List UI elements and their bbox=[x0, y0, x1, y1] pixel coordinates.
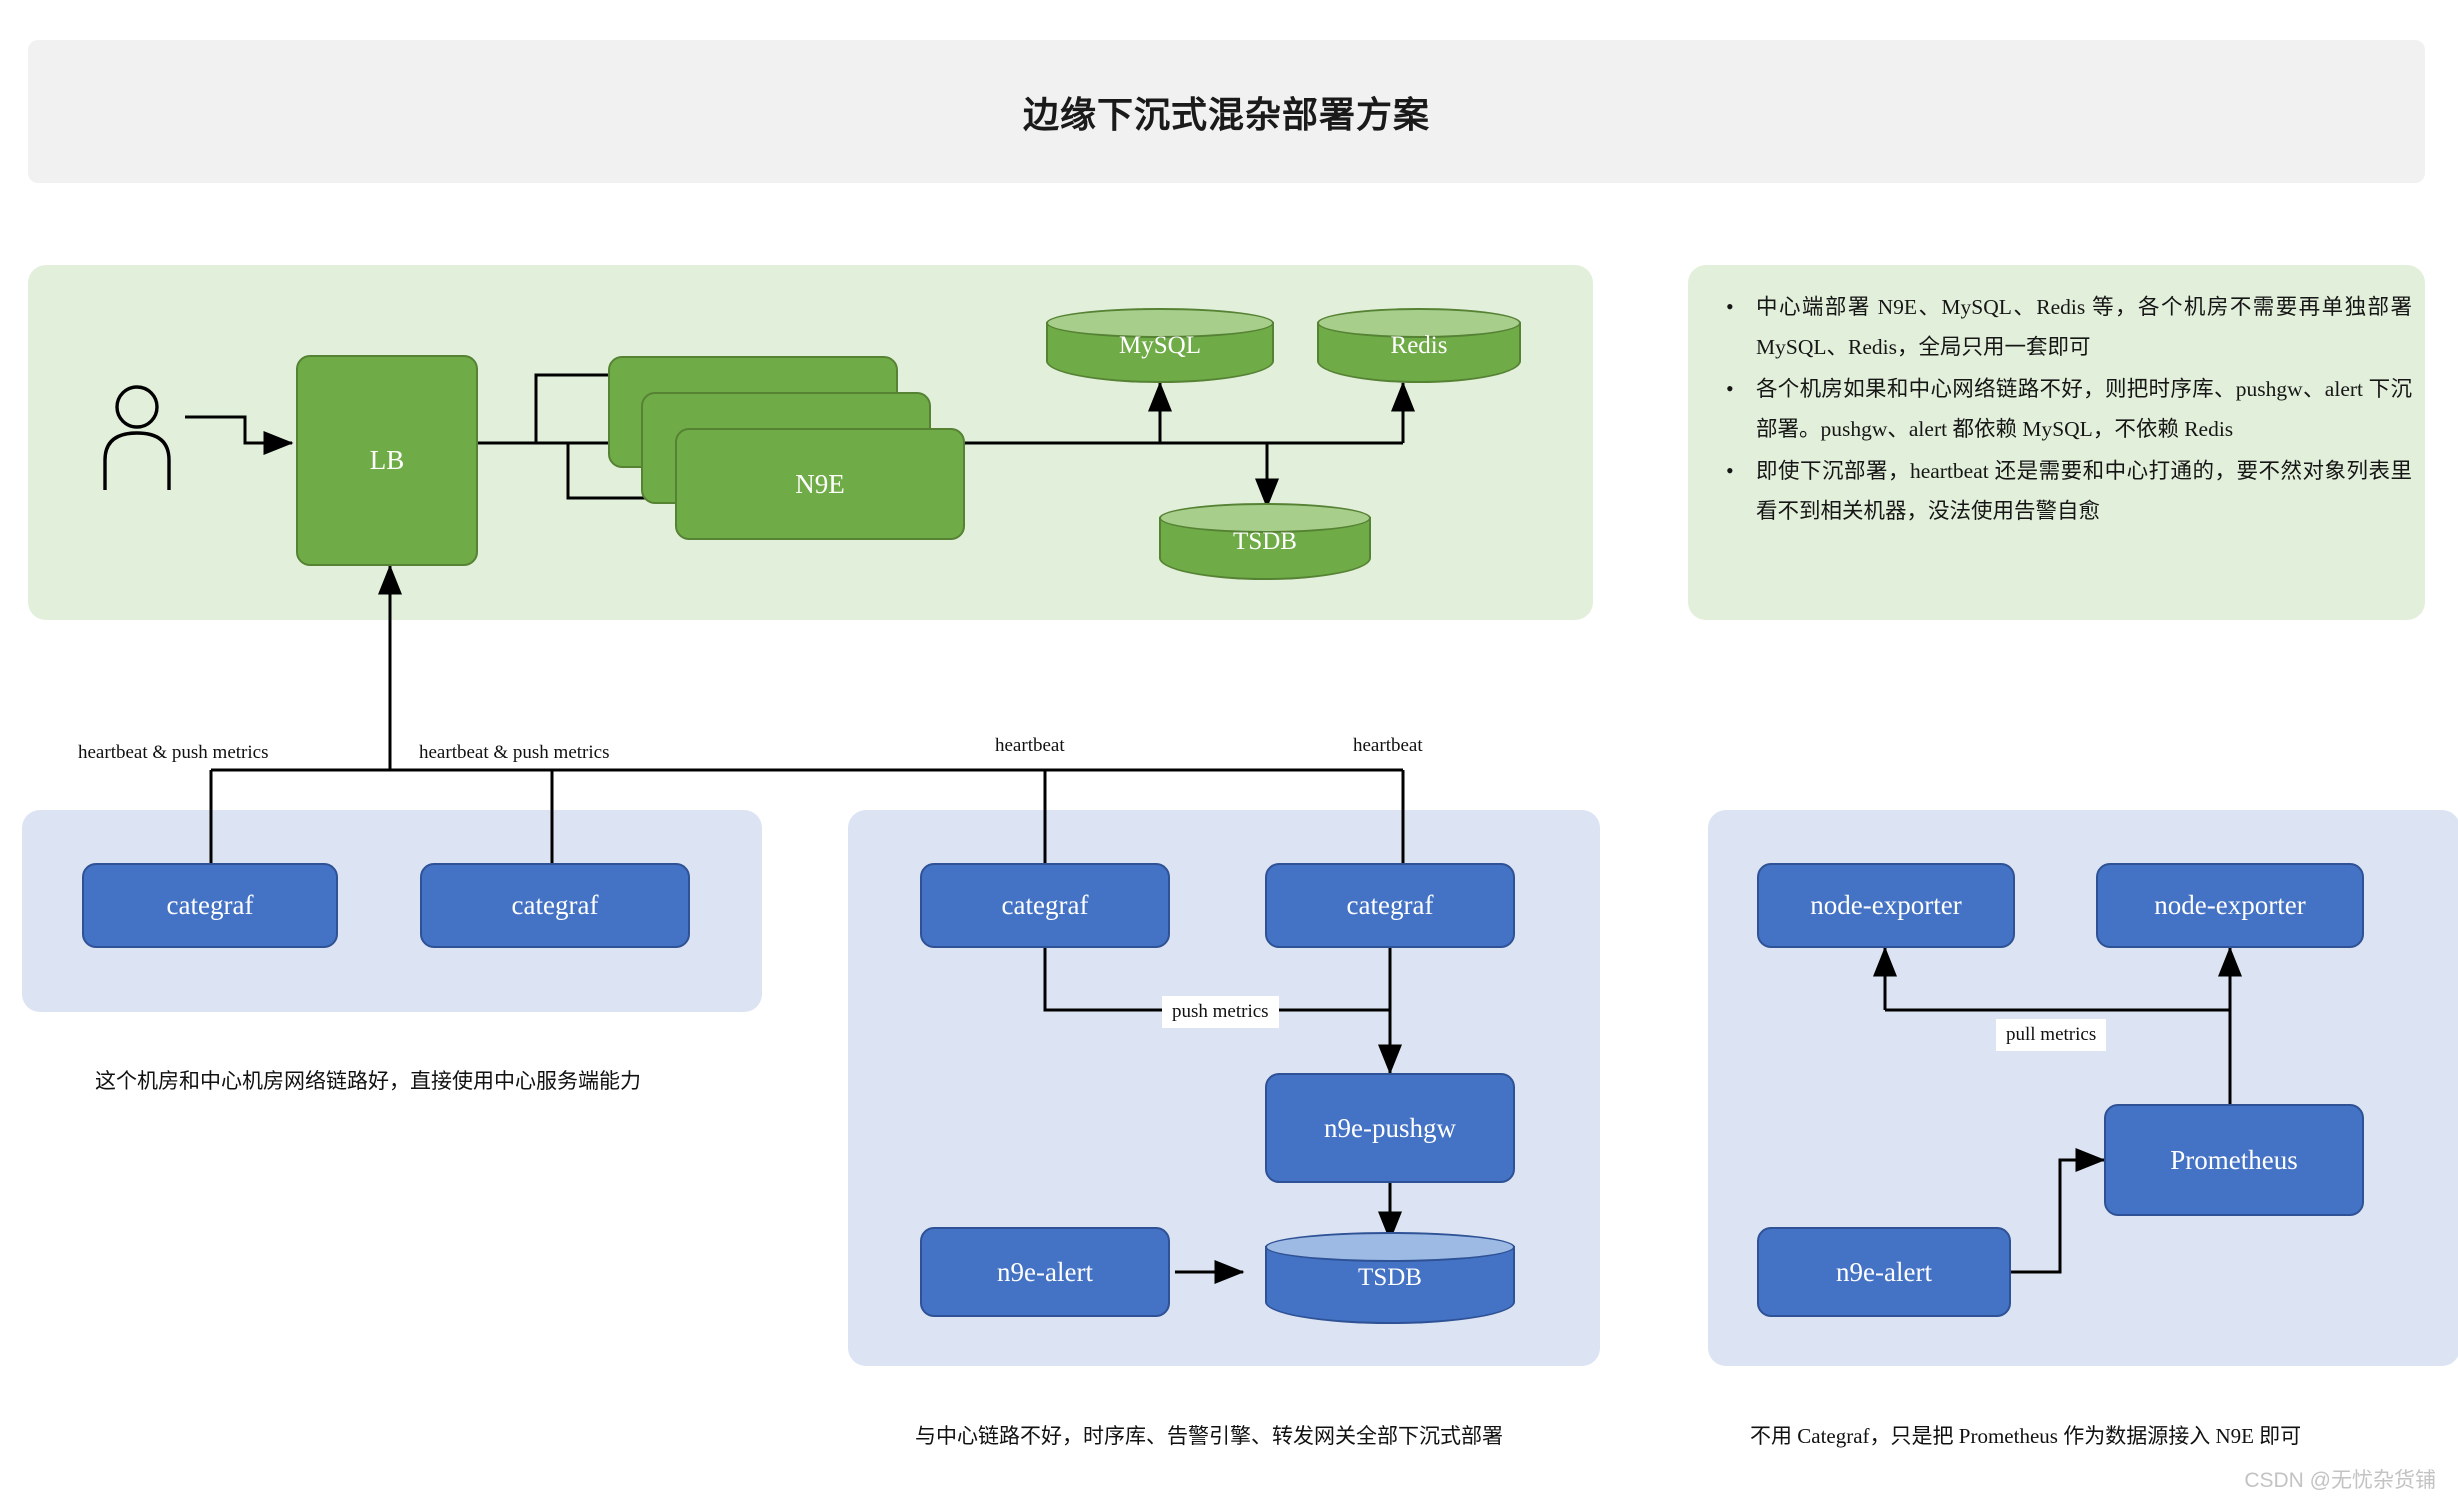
node-mysql-label: MySQL bbox=[1119, 331, 1201, 359]
dc3-node-exporter-right[interactable]: node-exporter bbox=[2096, 863, 2364, 948]
dc3-edge-label-pull-metrics: pull metrics bbox=[1996, 1019, 2107, 1051]
dc2-caption: 与中心链路不好，时序库、告警引擎、转发网关全部下沉式部署 bbox=[915, 1424, 1503, 1448]
dc2-node-tsdb[interactable]: TSDB bbox=[1265, 1232, 1515, 1324]
dc1-node-categraf-1[interactable]: categraf bbox=[82, 863, 338, 948]
dc3-node-n9e-alert-label: n9e-alert bbox=[1836, 1256, 1932, 1287]
dc1-node-categraf-2-label: categraf bbox=[511, 890, 599, 920]
dc1-caption: 这个机房和中心机房网络链路好，直接使用中心服务端能力 bbox=[95, 1069, 641, 1093]
node-n9e-label: N9E bbox=[795, 468, 845, 499]
node-lb-label: LB bbox=[369, 445, 405, 475]
bus-label-4: heartbeat bbox=[1353, 735, 1423, 756]
node-mysql[interactable]: MySQL bbox=[1046, 308, 1274, 383]
dc2-node-categraf-left-label: categraf bbox=[1001, 890, 1089, 920]
dc3-node-n9e-alert[interactable]: n9e-alert bbox=[1757, 1227, 2011, 1317]
dc3-node-exporter-right-label: node-exporter bbox=[2154, 890, 2306, 920]
dc3-node-prometheus-label: Prometheus bbox=[2170, 1144, 2298, 1175]
dc2-node-n9e-alert[interactable]: n9e-alert bbox=[920, 1227, 1170, 1317]
node-tsdb-center-label: TSDB bbox=[1233, 527, 1297, 555]
dc2-node-tsdb-label: TSDB bbox=[1358, 1264, 1422, 1291]
dc3-node-prometheus[interactable]: Prometheus bbox=[2104, 1104, 2364, 1216]
bus-label-3: heartbeat bbox=[995, 735, 1065, 756]
dc2-node-n9e-pushgw-label: n9e-pushgw bbox=[1324, 1112, 1456, 1143]
node-redis[interactable]: Redis bbox=[1317, 308, 1521, 383]
node-n9e[interactable]: N9E bbox=[675, 428, 965, 540]
note-bullet-2: 各个机房如果和中心网络链路不好，则把时序库、pushgw、alert 下沉部署。… bbox=[1726, 369, 2412, 449]
page-title: 边缘下沉式混杂部署方案 bbox=[28, 40, 2425, 183]
dc3-node-exporter-left[interactable]: node-exporter bbox=[1757, 863, 2015, 948]
bus-label-1: heartbeat & push metrics bbox=[78, 742, 269, 763]
dc2-node-categraf-right[interactable]: categraf bbox=[1265, 863, 1515, 948]
dc1-node-categraf-1-label: categraf bbox=[166, 890, 254, 920]
dc2-node-categraf-left[interactable]: categraf bbox=[920, 863, 1170, 948]
dc2-node-n9e-alert-label: n9e-alert bbox=[997, 1256, 1093, 1287]
watermark: CSDN @无忧杂货铺 bbox=[2244, 1469, 2436, 1492]
dc2-edge-label-push-metrics: push metrics bbox=[1162, 996, 1279, 1028]
user-actor-icon bbox=[103, 385, 171, 490]
dc3-node-exporter-left-label: node-exporter bbox=[1810, 890, 1962, 920]
node-tsdb-center[interactable]: TSDB bbox=[1159, 503, 1371, 580]
dc2-node-n9e-pushgw[interactable]: n9e-pushgw bbox=[1265, 1073, 1515, 1183]
page-title-text: 边缘下沉式混杂部署方案 bbox=[1022, 94, 1430, 135]
dc3-caption: 不用 Categraf，只是把 Prometheus 作为数据源接入 N9E 即… bbox=[1750, 1424, 2302, 1448]
notes-bullet-list: 中心端部署 N9E、MySQL、Redis 等，各个机房不需要再单独部署 MyS… bbox=[1722, 287, 2412, 533]
note-bullet-1: 中心端部署 N9E、MySQL、Redis 等，各个机房不需要再单独部署 MyS… bbox=[1726, 287, 2412, 367]
bus-label-2: heartbeat & push metrics bbox=[419, 742, 610, 763]
dc1-node-categraf-2[interactable]: categraf bbox=[420, 863, 690, 948]
node-redis-label: Redis bbox=[1390, 331, 1448, 359]
note-bullet-3: 即使下沉部署，heartbeat 还是需要和中心打通的，要不然对象列表里看不到相… bbox=[1726, 451, 2412, 531]
dc2-node-categraf-right-label: categraf bbox=[1346, 890, 1434, 920]
node-lb[interactable]: LB bbox=[296, 355, 478, 566]
